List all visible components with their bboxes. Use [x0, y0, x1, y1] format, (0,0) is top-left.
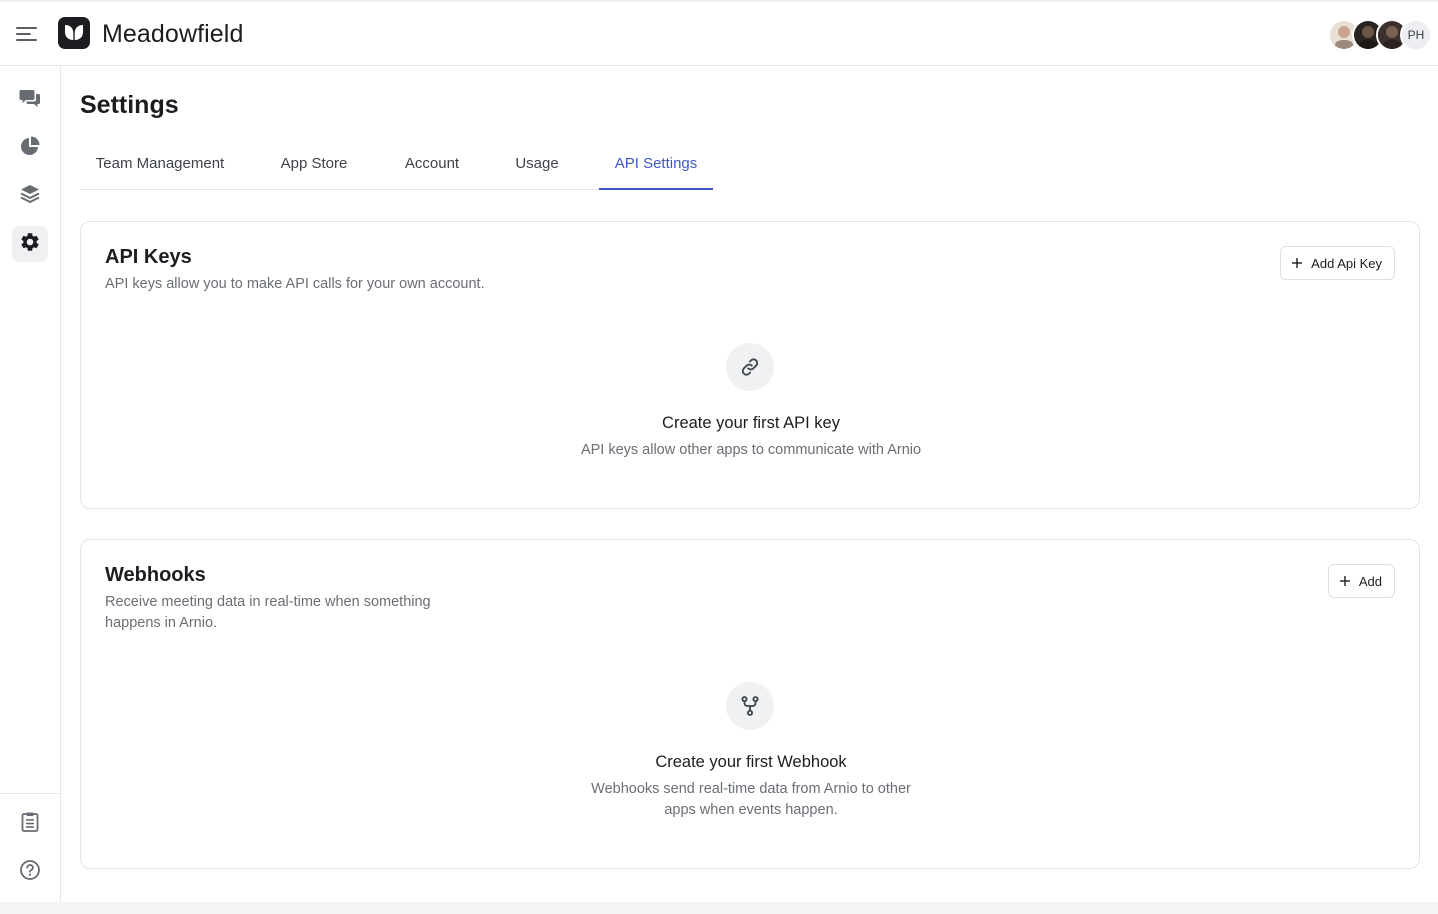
tab-team-management[interactable]: Team Management — [80, 140, 240, 190]
api-keys-description: API keys allow you to make API calls for… — [105, 276, 485, 292]
sidebar-item-notes[interactable] — [12, 806, 48, 842]
sidebar-item-help[interactable] — [12, 854, 48, 890]
page-title: Settings — [80, 91, 179, 119]
sidebar-item-settings[interactable] — [12, 226, 48, 262]
add-webhook-label: Add — [1358, 573, 1382, 589]
avatar-group[interactable]: PH — [1328, 19, 1432, 51]
clipboard-icon — [19, 811, 41, 838]
add-api-key-label: Add Api Key — [1311, 255, 1382, 271]
add-api-key-button[interactable]: Add Api Key — [1280, 246, 1395, 280]
git-fork-icon — [726, 682, 774, 730]
sidebar-item-library[interactable] — [12, 178, 48, 214]
brand-name[interactable]: Meadowfield — [102, 19, 243, 49]
sidebar-item-conversations[interactable] — [12, 82, 48, 118]
webhooks-card: Webhooks Receive meeting data in real-ti… — [80, 539, 1420, 869]
webhooks-empty-description: Webhooks send real-time data from Arnio … — [81, 779, 1421, 821]
webhooks-empty-description-text: Webhooks send real-time data from Arnio … — [591, 781, 911, 818]
tab-api-settings[interactable]: API Settings — [599, 140, 713, 190]
tab-usage[interactable]: Usage — [502, 140, 572, 190]
brand-logo-icon[interactable] — [58, 17, 90, 49]
avatar-initials[interactable]: PH — [1400, 19, 1432, 51]
settings-tabs: Team Management App Store Account Usage … — [80, 140, 713, 190]
app-root: Meadowfield PH Settings Team Management … — [0, 0, 1438, 914]
bottom-scroll-area — [0, 902, 1438, 914]
hamburger-menu-icon[interactable] — [14, 22, 40, 46]
api-keys-card: API Keys API keys allow you to make API … — [80, 221, 1420, 509]
plus-icon — [1339, 575, 1351, 587]
webhooks-title: Webhooks — [105, 564, 206, 586]
link-icon — [726, 343, 774, 391]
top-bar: Meadowfield PH — [0, 0, 1438, 66]
plus-icon — [1291, 257, 1303, 269]
tab-account[interactable]: Account — [388, 140, 476, 190]
sidebar-item-analytics[interactable] — [12, 130, 48, 166]
layers-icon — [19, 183, 41, 210]
api-keys-empty-description: API keys allow other apps to communicate… — [580, 442, 922, 458]
tab-app-store[interactable]: App Store — [267, 140, 361, 190]
api-keys-empty-title: Create your first API key — [662, 414, 840, 432]
webhooks-description: Receive meeting data in real-time when s… — [105, 594, 431, 631]
add-webhook-button[interactable]: Add — [1327, 564, 1395, 598]
webhooks-empty-title: Create your first Webhook — [655, 753, 847, 771]
gear-icon — [19, 231, 41, 258]
api-keys-title: API Keys — [105, 246, 192, 268]
sidebar-divider — [0, 793, 60, 794]
pie-chart-icon — [19, 135, 41, 162]
sidebar — [0, 66, 61, 902]
help-circle-icon — [19, 859, 41, 886]
chat-bubbles-icon — [19, 87, 41, 114]
